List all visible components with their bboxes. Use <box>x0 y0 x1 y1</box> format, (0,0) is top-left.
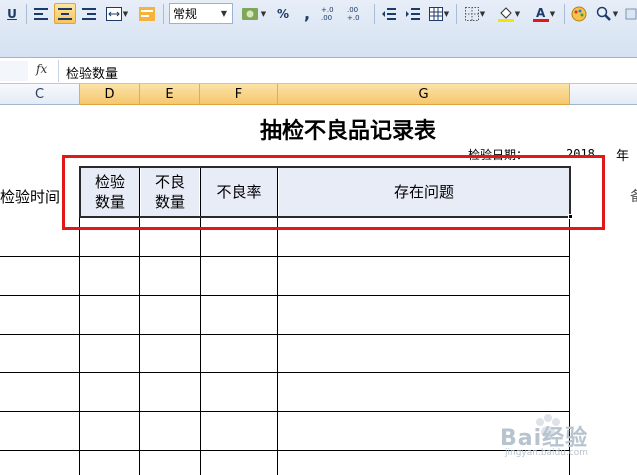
format-cells-button[interactable]: ▼ <box>426 3 452 24</box>
insert-function-button[interactable]: fx <box>36 62 47 76</box>
column-header-e[interactable]: E <box>140 84 200 105</box>
wrap-text-button[interactable] <box>135 3 159 24</box>
styles-button[interactable] <box>568 3 590 24</box>
palette-icon <box>571 6 587 21</box>
align-right-icon <box>82 7 96 20</box>
find-button[interactable]: ▼ <box>592 3 622 24</box>
grid-line <box>0 295 570 296</box>
decrease-indent-button[interactable] <box>378 3 400 24</box>
chevron-down-icon: ▼ <box>260 9 267 18</box>
grid-line <box>0 256 570 257</box>
wrap-text-icon <box>139 6 155 21</box>
align-left-icon <box>34 7 48 20</box>
more-icon <box>625 8 637 19</box>
column-header-c[interactable]: C <box>0 84 80 105</box>
chevron-down-icon: ▼ <box>479 9 486 18</box>
ribbon-toolbar: U ▼ 常规 ▼ ▼ % , +.0 .00 .00 +.0 ▼ ▼ ▼ A▼ <box>0 0 637 58</box>
increase-indent-button[interactable] <box>402 3 424 24</box>
comma-style-button[interactable]: , <box>297 3 317 24</box>
more-button[interactable] <box>624 3 637 24</box>
sheet-title[interactable]: 抽检不良品记录表 <box>140 113 556 145</box>
formula-bar: fx 检验数量 <box>0 58 637 84</box>
column-header-f[interactable]: F <box>200 84 278 105</box>
toolbar-separator <box>374 4 375 24</box>
grid-line <box>0 411 570 412</box>
fill-color-button[interactable]: ▼ <box>493 3 525 24</box>
toolbar-separator <box>163 4 164 24</box>
chevron-down-icon: ▼ <box>514 9 521 18</box>
number-format-value: 常规 <box>173 7 198 21</box>
column-header-h[interactable] <box>570 84 637 105</box>
watermark-url: jingyan.baidu.com <box>505 448 589 458</box>
chevron-down-icon: ▼ <box>220 9 228 18</box>
increase-decimal-button[interactable]: +.0 .00 <box>320 3 344 24</box>
date-year-suffix[interactable]: 年 <box>616 145 629 164</box>
borders-button[interactable]: ▼ <box>460 3 490 24</box>
formula-bar-divider <box>58 60 59 82</box>
column-header-g[interactable]: G <box>278 84 570 105</box>
toolbar-separator <box>26 4 27 24</box>
highlight-annotation-box <box>62 155 605 230</box>
chevron-down-icon: ▼ <box>443 9 450 18</box>
grid-line <box>0 334 570 335</box>
grid-line <box>0 450 570 451</box>
borders-icon <box>464 6 479 21</box>
search-icon <box>596 6 611 21</box>
increase-indent-icon <box>406 7 420 20</box>
decrease-indent-icon <box>382 7 396 20</box>
svg-text:A: A <box>536 6 546 20</box>
currency-icon <box>241 7 258 20</box>
currency-format-button[interactable]: ▼ <box>238 3 270 24</box>
header-remarks-partial[interactable]: 备 <box>630 186 637 206</box>
paint-bucket-icon <box>497 6 514 22</box>
column-header-d[interactable]: D <box>80 84 140 105</box>
decrease-decimal-button[interactable]: .00 +.0 <box>346 3 370 24</box>
align-center-button[interactable] <box>54 3 76 24</box>
number-format-select[interactable]: 常规 ▼ <box>169 3 233 24</box>
chevron-down-icon: ▼ <box>122 9 129 18</box>
grid-line <box>0 372 570 373</box>
underline-button[interactable]: U <box>2 3 22 24</box>
merge-center-button[interactable]: ▼ <box>102 3 132 24</box>
font-color-button[interactable]: A ▼ <box>528 3 560 24</box>
align-center-icon <box>58 7 72 20</box>
toolbar-separator <box>564 4 565 24</box>
merge-cells-icon <box>105 6 122 21</box>
formula-input[interactable]: 检验数量 <box>66 63 118 82</box>
chevron-down-icon: ▼ <box>549 9 556 18</box>
chevron-down-icon: ▼ <box>612 9 619 18</box>
font-color-icon: A <box>532 6 549 22</box>
name-box[interactable] <box>0 61 28 81</box>
percent-button[interactable]: % <box>272 3 294 24</box>
align-left-button[interactable] <box>30 3 52 24</box>
table-grid-icon <box>428 6 443 21</box>
align-right-button[interactable] <box>78 3 100 24</box>
toolbar-separator <box>456 4 457 24</box>
